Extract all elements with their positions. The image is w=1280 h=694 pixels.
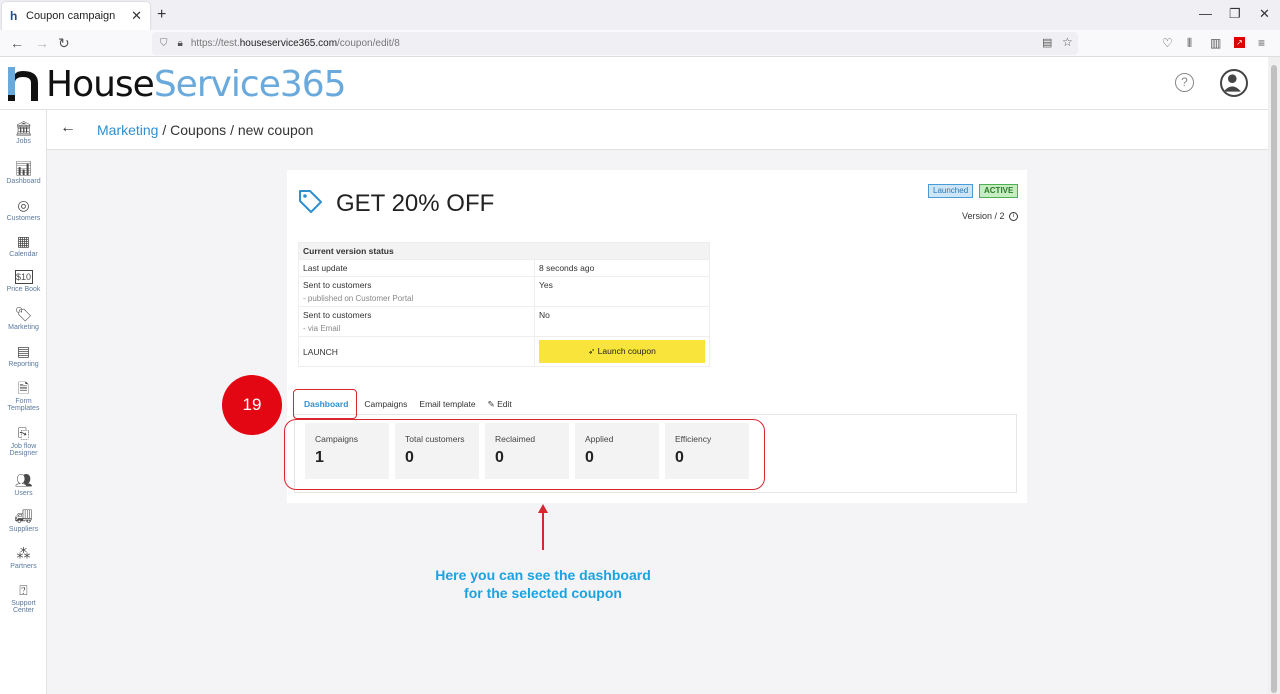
lock-icon: 🔒︎ <box>177 38 183 49</box>
table-row: Sent to customers - via Email No <box>298 306 710 337</box>
logo-icon[interactable] <box>6 65 40 103</box>
tab-email-template[interactable]: Email template <box>413 394 481 414</box>
sidebar-item-form-templates[interactable]: 🗎 Form Templates <box>0 380 47 412</box>
info-icon[interactable]: i <box>1009 212 1019 222</box>
partners-icon: ⁂ <box>16 545 31 561</box>
tag-icon: 🏷︎ <box>14 306 33 322</box>
new-tab-icon[interactable]: + <box>157 6 166 24</box>
flow-icon: ⎘ <box>17 425 30 441</box>
active-badge: ACTIVE <box>979 184 1019 198</box>
bookmark-star-icon[interactable]: ☆ <box>1062 35 1073 49</box>
reader-view-icon[interactable]: ▤ <box>1042 36 1052 49</box>
browser-tab-bar: h Coupon campaign ✕ + — ❐ ✕ <box>0 0 1280 30</box>
highlight-dashboard-tab <box>293 389 357 419</box>
launched-badge: Launched <box>928 184 974 198</box>
url-prefix: https://test. <box>190 38 240 49</box>
sidebar-item-dashboard[interactable]: 📊︎ Dashboard <box>0 160 47 185</box>
launch-coupon-button[interactable]: ➶ Launch coupon <box>539 340 705 363</box>
table-row: Last update 8 seconds ago <box>298 259 710 277</box>
version-label: Version / 2 i <box>962 211 1019 222</box>
breadcrumb-link-marketing[interactable]: Marketing <box>97 122 158 138</box>
target-icon: ◎ <box>17 197 30 213</box>
browser-nav-bar: ← → ↻ ⛉ 🔒︎ https://test. houseservice365.… <box>0 30 1280 57</box>
sidebar-item-customers[interactable]: ◎ Customers <box>0 197 47 222</box>
url-host: houseservice365.com <box>239 38 338 49</box>
sidebar-toggle-icon[interactable]: ▥ <box>1210 36 1221 50</box>
annotation-arrow-line <box>542 512 544 550</box>
breadcrumb: Marketing / Coupons / new coupon <box>97 122 313 138</box>
pocket-icon[interactable]: ♡ <box>1162 36 1173 50</box>
sidebar-item-support-center[interactable]: ⍰ Support Center <box>0 582 47 614</box>
pencil-icon: ✎ <box>487 399 495 409</box>
help-icon[interactable]: ? <box>1175 73 1194 92</box>
scrollbar[interactable] <box>1268 57 1280 694</box>
calculator-icon: ▤ <box>16 343 31 359</box>
rocket-icon: ➶ <box>588 346 596 356</box>
breadcrumb-bar: ← Marketing / Coupons / new coupon <box>47 110 1268 150</box>
form-icon: 🗎 <box>17 380 30 396</box>
url-path: /coupon/edit/8 <box>337 38 400 49</box>
favicon-icon: h <box>10 9 18 23</box>
annotation-caption: Here you can see the dashboard for the s… <box>435 567 651 601</box>
scrollbar-thumb[interactable] <box>1271 65 1277 693</box>
sidebar-item-jobs[interactable]: 🏛︎ Jobs <box>0 120 47 145</box>
sidebar-item-partners[interactable]: ⁂ Partners <box>0 545 47 570</box>
table-row: LAUNCH ➶ Launch coupon <box>298 336 710 367</box>
url-bar[interactable]: ⛉ 🔒︎ https://test. houseservice365.com/co… <box>152 32 1078 55</box>
bank-icon: 🏛︎ <box>14 120 33 136</box>
avatar[interactable] <box>1220 69 1248 97</box>
tab-edit[interactable]: ✎ Edit <box>482 394 518 414</box>
users-icon: 👥︎ <box>14 472 33 488</box>
status-table-header: Current version status <box>298 242 710 260</box>
minimize-icon[interactable]: — <box>1199 6 1212 21</box>
sidebar-item-reporting[interactable]: ▤ Reporting <box>0 343 47 368</box>
user-icon <box>1223 74 1241 92</box>
step-number-badge: 19 <box>222 375 282 435</box>
status-table: Current version status Last update 8 sec… <box>298 242 710 367</box>
library-icon[interactable]: ⫴ <box>1187 36 1192 51</box>
sidebar-item-users[interactable]: 👥︎ Users <box>0 472 47 497</box>
tab-campaigns[interactable]: Campaigns <box>358 394 413 414</box>
sidebar-item-job-flow-designer[interactable]: ⎘ Job flow Designer <box>0 425 47 457</box>
close-window-icon[interactable]: ✕ <box>1259 6 1270 22</box>
app-header: HouseService365 ? <box>0 57 1268 110</box>
shield-icon: ⛉ <box>160 38 168 49</box>
sidebar: 🏛︎ Jobs 📊︎ Dashboard ◎ Customers ▦ Calendar … <box>0 110 47 694</box>
menu-icon[interactable]: ≡ <box>1258 36 1265 50</box>
truck-icon: 🚚︎ <box>14 508 33 524</box>
sidebar-item-marketing[interactable]: 🏷︎ Marketing <box>0 306 47 331</box>
sidebar-item-suppliers[interactable]: 🚚︎ Suppliers <box>0 508 47 533</box>
sidebar-item-calendar[interactable]: ▦ Calendar <box>0 233 47 258</box>
close-tab-icon[interactable]: ✕ <box>131 8 142 24</box>
browser-tab[interactable]: h Coupon campaign ✕ <box>2 2 150 30</box>
table-row: Sent to customers - published on Customer… <box>298 276 710 307</box>
logo-wordmark[interactable]: HouseService365 <box>46 64 347 105</box>
back-arrow-icon[interactable]: ← <box>60 119 76 137</box>
extension-icon[interactable]: ↗ <box>1234 37 1245 48</box>
question-icon: ⍰ <box>19 582 28 598</box>
sidebar-item-price-book[interactable]: $10 Price Book <box>0 270 47 293</box>
chart-icon: 📊︎ <box>14 160 33 176</box>
coupon-title: GET 20% OFF <box>336 190 495 217</box>
restore-icon[interactable]: ❐ <box>1229 6 1241 22</box>
coupon-tag-icon <box>299 190 322 213</box>
tab-title: Coupon campaign <box>26 10 116 22</box>
calendar-icon: ▦ <box>16 233 31 249</box>
back-icon[interactable]: ← <box>10 35 24 51</box>
forward-icon[interactable]: → <box>35 35 49 51</box>
price-tag-icon: $10 <box>14 270 33 284</box>
breadcrumb-rest: / Coupons / new coupon <box>158 122 314 138</box>
reload-icon[interactable]: ↻ <box>58 35 70 52</box>
highlight-dashboard-panel <box>284 419 765 490</box>
